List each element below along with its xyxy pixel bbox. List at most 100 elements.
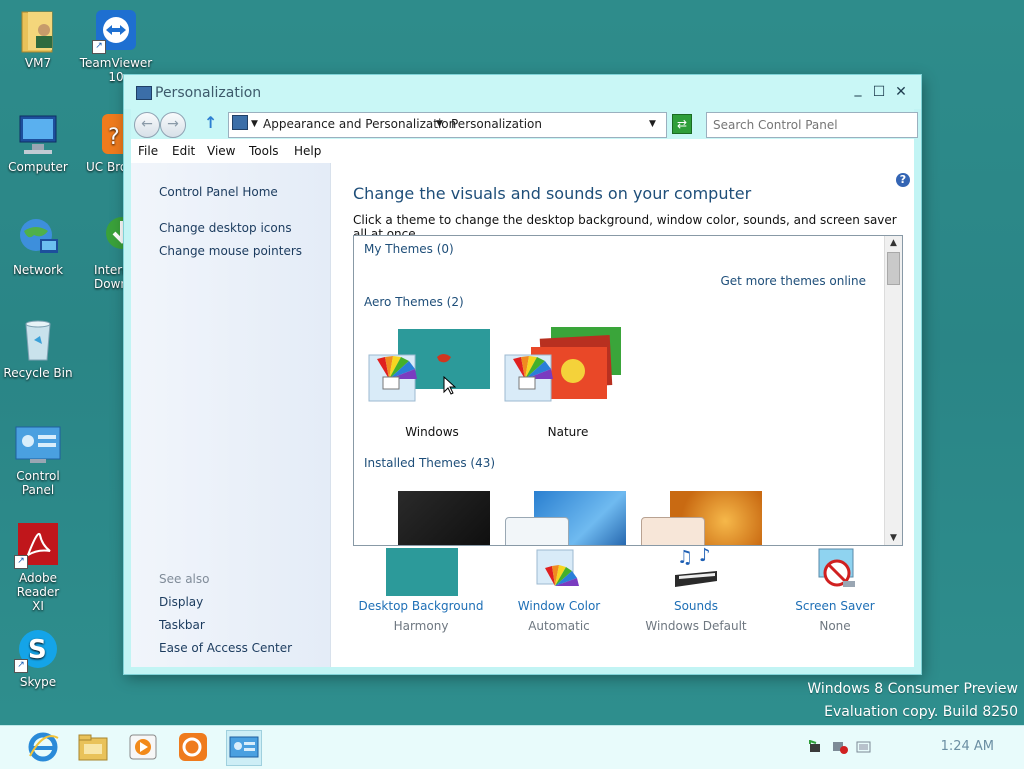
control-panel-taskbar-icon[interactable] bbox=[226, 730, 262, 766]
desktop-icon-teamviewer[interactable]: ↗ TeamViewer 10 bbox=[78, 6, 154, 84]
taskbar-clock[interactable]: 1:24 AM bbox=[941, 739, 994, 754]
maximize-button[interactable]: ☐ bbox=[869, 84, 889, 102]
back-button[interactable]: ← bbox=[134, 112, 160, 138]
sounds-icon: ♫ ♪ bbox=[671, 545, 721, 593]
ease-of-access-link[interactable]: Ease of Access Center bbox=[159, 641, 292, 655]
menu-view[interactable]: View bbox=[207, 144, 235, 158]
navigation-bar: ← → ↑ ▼ Appearance and Personalization ▼… bbox=[131, 109, 918, 139]
menu-file[interactable]: File bbox=[138, 144, 158, 158]
file-explorer-icon[interactable] bbox=[76, 730, 110, 764]
desktop-icon-vm7[interactable]: VM7 bbox=[0, 6, 76, 70]
change-desktop-icons-link[interactable]: Change desktop icons bbox=[159, 221, 292, 235]
windows-theme-thumbnail bbox=[368, 329, 490, 402]
window-title: Personalization bbox=[155, 85, 262, 101]
installed-themes-heading: Installed Themes (43) bbox=[364, 456, 496, 470]
page-title: Change the visuals and sounds on your co… bbox=[353, 184, 752, 203]
help-icon[interactable]: ? bbox=[896, 173, 910, 187]
recycle-bin-icon bbox=[14, 316, 62, 364]
theme-list-scrollbar[interactable]: ▲ ▼ bbox=[884, 236, 902, 545]
installed-theme-pony-color-tile bbox=[641, 517, 705, 545]
screen-saver-link[interactable]: Screen Saver bbox=[765, 599, 905, 613]
screen-saver-value: None bbox=[819, 619, 851, 633]
personalization-app-icon bbox=[136, 86, 152, 100]
sounds-value: Windows Default bbox=[645, 619, 747, 633]
shortcut-arrow-icon: ↗ bbox=[14, 555, 28, 569]
title-bar[interactable]: Personalization _ ☐ ✕ bbox=[124, 75, 921, 109]
scroll-up-icon[interactable]: ▲ bbox=[885, 236, 902, 250]
menu-help[interactable]: Help bbox=[294, 144, 321, 158]
desktop-icon-control-panel[interactable]: Control Panel bbox=[0, 419, 76, 497]
sounds-link[interactable]: Sounds bbox=[626, 599, 766, 613]
task-pane: Control Panel Home Change desktop icons … bbox=[131, 163, 331, 667]
theme-list[interactable]: My Themes (0) Get more themes online Aer… bbox=[353, 235, 903, 546]
desktop-icon-skype[interactable]: S ↗ Skype bbox=[0, 625, 76, 689]
see-also-heading: See also bbox=[159, 572, 210, 586]
scroll-down-icon[interactable]: ▼ bbox=[885, 531, 902, 545]
taskbar-link[interactable]: Taskbar bbox=[159, 618, 205, 632]
desktop-icon-label: Control Panel bbox=[16, 469, 60, 497]
internet-explorer-icon[interactable] bbox=[26, 730, 60, 764]
minimize-button[interactable]: _ bbox=[848, 82, 868, 102]
network-disconnected-icon[interactable] bbox=[832, 740, 848, 754]
desktop-icon-network[interactable]: Network bbox=[0, 213, 76, 277]
media-player-icon[interactable] bbox=[126, 730, 160, 764]
menu-edit[interactable]: Edit bbox=[172, 144, 195, 158]
shortcut-arrow-icon: ↗ bbox=[92, 40, 106, 54]
change-mouse-pointers-link[interactable]: Change mouse pointers bbox=[159, 244, 302, 258]
breadcrumb-personalization[interactable]: Personalization bbox=[451, 117, 542, 131]
get-more-themes-link[interactable]: Get more themes online bbox=[720, 274, 866, 288]
uc-browser-taskbar-icon[interactable] bbox=[176, 730, 210, 764]
action-center-flag-icon[interactable] bbox=[808, 739, 824, 754]
menu-tools[interactable]: Tools bbox=[249, 144, 279, 158]
chevron-down-icon[interactable]: ▼ bbox=[251, 119, 258, 129]
desktop-icon-label: Intern Down bbox=[94, 263, 130, 291]
personalization-window: Personalization _ ☐ ✕ ← → ↑ ▼ Appearance… bbox=[124, 75, 921, 674]
search-input[interactable] bbox=[706, 112, 918, 138]
desktop-icon-label: VM7 bbox=[24, 56, 52, 70]
mouse-cursor-icon bbox=[443, 376, 457, 395]
desktop-background-icon bbox=[386, 548, 458, 596]
up-arrow-icon[interactable]: ↑ bbox=[204, 113, 217, 132]
window-color-icon bbox=[535, 548, 579, 592]
window-client-area: ← → ↑ ▼ Appearance and Personalization ▼… bbox=[131, 109, 918, 667]
display-link[interactable]: Display bbox=[159, 595, 203, 609]
svg-text:S: S bbox=[28, 635, 47, 665]
svg-text:?: ? bbox=[108, 125, 120, 150]
desktop-icon-adobe-reader[interactable]: ↗ Adobe Reader XI bbox=[0, 521, 76, 613]
menu-bar: File Edit View Tools Help bbox=[131, 139, 914, 163]
address-dropdown-icon[interactable]: ▼ bbox=[649, 119, 656, 129]
window-color-value: Automatic bbox=[528, 619, 590, 633]
desktop-icon-uc-browser[interactable]: ? UC Bro bbox=[72, 110, 138, 174]
refresh-icon[interactable]: ⇄ bbox=[672, 114, 692, 134]
desktop-icon-label: Adobe Reader XI bbox=[16, 571, 60, 613]
installed-theme-blue-color-tile bbox=[505, 517, 569, 545]
control-panel-icon bbox=[14, 419, 62, 467]
address-bar[interactable]: ▼ Appearance and Personalization ▼ Perso… bbox=[228, 112, 667, 138]
control-panel-home-link[interactable]: Control Panel Home bbox=[159, 185, 278, 199]
scrollbar-thumb[interactable] bbox=[887, 252, 900, 285]
theme-name: Windows bbox=[405, 425, 459, 439]
nature-theme-thumbnail bbox=[504, 327, 621, 402]
theme-name: Nature bbox=[547, 425, 589, 439]
aero-themes-heading: Aero Themes (2) bbox=[364, 295, 464, 309]
my-themes-heading: My Themes (0) bbox=[364, 242, 454, 256]
skype-icon: S ↗ bbox=[14, 625, 62, 673]
breadcrumb-appearance[interactable]: Appearance and Personalization bbox=[263, 117, 456, 131]
watermark-line-2: Evaluation copy. Build 8250 bbox=[824, 704, 1018, 720]
desktop-icon-label: Computer bbox=[8, 160, 68, 174]
chevron-down-icon[interactable]: ▼ bbox=[436, 119, 443, 129]
installed-theme-dark[interactable] bbox=[398, 491, 490, 545]
desktop-icon-recycle-bin[interactable]: Recycle Bin bbox=[0, 316, 76, 380]
network-globe-icon bbox=[14, 213, 62, 261]
computer-icon bbox=[14, 110, 62, 158]
desktop-background-value: Harmony bbox=[393, 619, 449, 633]
desktop-icon-computer[interactable]: Computer bbox=[0, 110, 76, 174]
watermark-line-1: Windows 8 Consumer Preview bbox=[807, 681, 1018, 697]
window-color-link[interactable]: Window Color bbox=[489, 599, 629, 613]
desktop-icon-label: Skype bbox=[19, 675, 57, 689]
desktop-icon-internet-download[interactable]: Intern Down bbox=[72, 213, 138, 291]
volume-icon[interactable] bbox=[856, 740, 872, 754]
desktop-background-link[interactable]: Desktop Background bbox=[351, 599, 491, 613]
close-button[interactable]: ✕ bbox=[891, 84, 911, 102]
forward-button[interactable]: → bbox=[160, 112, 186, 138]
